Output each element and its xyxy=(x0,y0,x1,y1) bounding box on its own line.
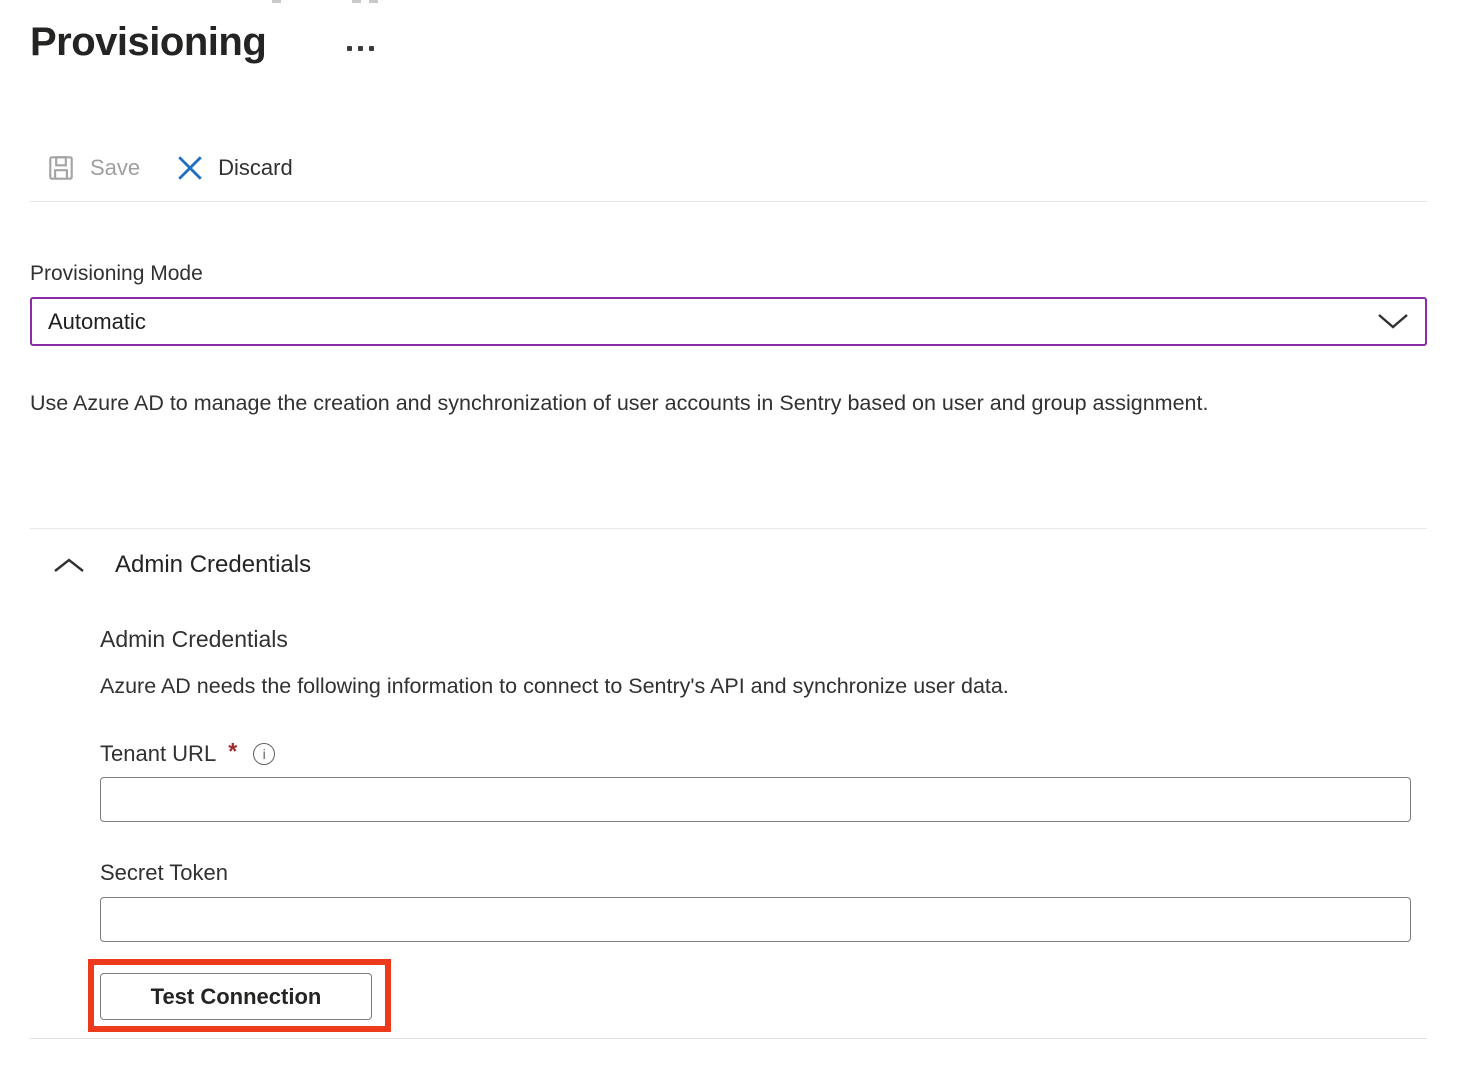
clipped-text-artifact xyxy=(272,0,281,3)
save-icon xyxy=(46,153,76,183)
admin-credentials-heading: Admin Credentials xyxy=(100,626,288,653)
clipped-text-artifact xyxy=(352,0,361,3)
chevron-up-icon xyxy=(53,556,85,574)
discard-x-icon xyxy=(176,154,204,182)
more-options-icon[interactable] xyxy=(347,46,374,51)
discard-label: Discard xyxy=(218,155,293,181)
tenant-url-label: Tenant URL xyxy=(100,741,216,767)
save-button[interactable]: Save xyxy=(46,153,140,183)
secret-token-label: Secret Token xyxy=(100,860,228,886)
discard-button[interactable]: Discard xyxy=(176,154,293,182)
info-icon[interactable]: i xyxy=(253,743,275,765)
required-marker: * xyxy=(228,738,237,765)
tenant-url-input[interactable] xyxy=(100,777,1411,822)
bottom-divider xyxy=(30,1038,1427,1039)
test-connection-button[interactable]: Test Connection xyxy=(100,973,372,1020)
clipped-text-artifact xyxy=(369,0,378,3)
save-label: Save xyxy=(90,155,140,181)
provisioning-mode-selected-value: Automatic xyxy=(48,309,146,335)
chevron-down-icon xyxy=(1377,313,1409,330)
toolbar-divider xyxy=(30,201,1427,202)
admin-credentials-description: Azure AD needs the following information… xyxy=(100,674,1009,699)
tenant-url-label-row: Tenant URL * i xyxy=(100,740,275,767)
provisioning-mode-dropdown[interactable]: Automatic xyxy=(30,297,1427,346)
section-label: Admin Credentials xyxy=(115,551,311,579)
provisioning-page: Provisioning Save Discard xyxy=(0,0,1484,1078)
provisioning-mode-label: Provisioning Mode xyxy=(30,262,203,286)
command-bar: Save Discard xyxy=(46,146,293,190)
provisioning-description: Use Azure AD to manage the creation and … xyxy=(30,383,1345,424)
section-divider xyxy=(30,528,1427,529)
admin-credentials-section-toggle[interactable]: Admin Credentials xyxy=(53,551,311,579)
secret-token-input[interactable] xyxy=(100,897,1411,942)
page-title: Provisioning xyxy=(30,20,266,65)
